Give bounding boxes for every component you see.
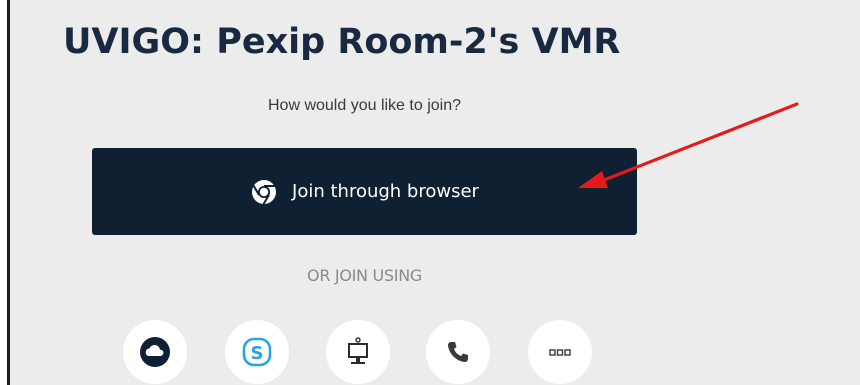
cloud-icon <box>138 335 172 369</box>
or-join-using-heading: OR JOIN USING <box>307 266 422 285</box>
skype-join-button[interactable]: S <box>225 320 289 384</box>
phone-join-button[interactable] <box>426 320 490 384</box>
phone-icon <box>441 335 475 369</box>
join-browser-button[interactable]: Join through browser <box>92 148 637 235</box>
desktop-icon <box>341 335 375 369</box>
join-browser-label: Join through browser <box>292 181 479 202</box>
desktop-client-join-button[interactable] <box>326 320 390 384</box>
svg-text:S: S <box>251 343 264 364</box>
join-prompt: How would you like to join? <box>268 97 461 114</box>
more-options-button[interactable] <box>528 320 592 384</box>
cloud-join-button[interactable] <box>123 320 187 384</box>
page-title: UVIGO: Pexip Room-2's VMR <box>63 22 621 62</box>
more-icon <box>543 335 577 369</box>
skype-icon: S <box>240 335 274 369</box>
chrome-icon <box>250 178 278 206</box>
